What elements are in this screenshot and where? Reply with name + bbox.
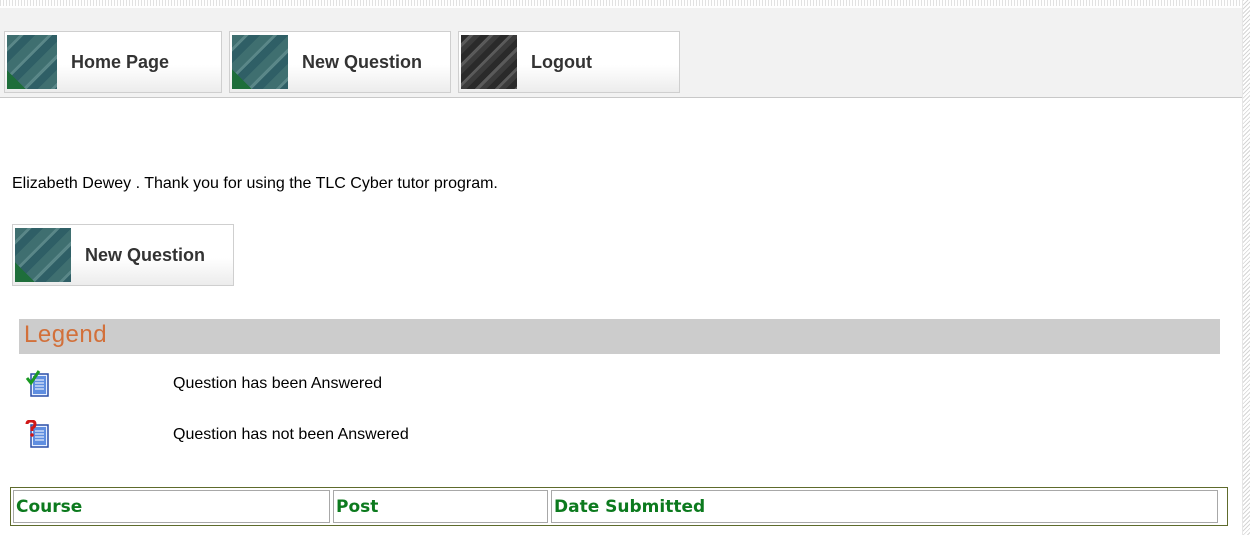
legend-item-answered: Question has been Answered (24, 368, 382, 400)
column-header-course[interactable]: Course (13, 490, 330, 523)
new-question-button[interactable]: New Question (12, 224, 234, 286)
logout-thumbnail-icon (461, 35, 517, 89)
top-border (0, 0, 1242, 6)
new-question-thumbnail-icon (232, 35, 288, 89)
new-question-label: New Question (85, 244, 206, 265)
right-border (1242, 0, 1250, 535)
page: Home Page New Question Logout Elizabeth … (0, 0, 1250, 535)
nav-new-question-label: New Question (302, 51, 423, 72)
thank-you-message: Elizabeth Dewey . Thank you for using th… (12, 175, 498, 192)
new-question-thumbnail-icon (15, 228, 71, 282)
legend-header: Legend (19, 319, 1220, 354)
unanswered-document-icon (24, 420, 54, 450)
nav-new-question-button[interactable]: New Question (229, 31, 451, 93)
home-page-thumbnail-icon (7, 35, 57, 89)
column-header-post[interactable]: Post (333, 490, 548, 523)
home-page-label: Home Page (71, 51, 170, 72)
home-page-button[interactable]: Home Page (4, 31, 222, 93)
logout-button[interactable]: Logout (458, 31, 680, 93)
legend-answered-text: Question has been Answered (173, 375, 383, 392)
questions-table: Course Post Date Submitted (10, 487, 1228, 526)
table-header-row: Course Post Date Submitted (13, 490, 1225, 523)
legend-title: Legend (24, 321, 108, 348)
nav-bar: Home Page New Question Logout (0, 8, 1242, 98)
legend-item-unanswered: Question has not been Answered (24, 419, 409, 451)
answered-document-icon (24, 369, 54, 399)
column-header-date-submitted[interactable]: Date Submitted (551, 490, 1218, 523)
logout-label: Logout (531, 51, 592, 72)
legend-unanswered-text: Question has not been Answered (173, 426, 409, 443)
